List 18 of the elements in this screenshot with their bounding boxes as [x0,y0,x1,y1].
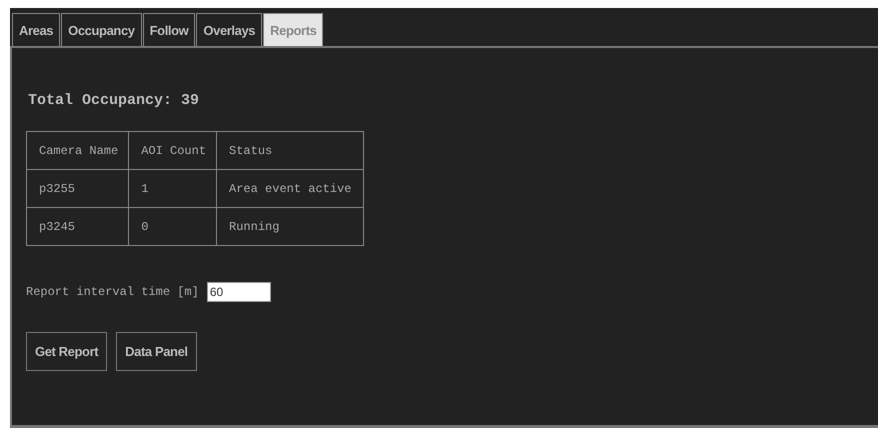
table-cell: p3255 [26,170,129,208]
action-button[interactable]: Get Report [26,332,108,371]
tab[interactable]: Overlays [196,13,262,46]
table-cell: Area event active [216,170,364,208]
table-cell: 0 [128,208,217,246]
tab[interactable]: Occupancy [61,13,142,46]
action-button[interactable]: Data Panel [116,332,197,371]
column-header: AOI Count [128,132,217,170]
table-cell: p3245 [26,208,129,246]
column-header: Status [216,132,364,170]
column-header: Camera Name [26,132,129,170]
tab[interactable]: Follow [142,13,196,46]
interval-label: Report interval time [m] [26,285,199,299]
table-cell: Running [216,208,364,246]
total-occupancy: Total Occupancy: 39 [28,92,200,109]
table-cell: 1 [128,170,217,208]
tab[interactable]: Areas [12,13,60,46]
interval-field[interactable]: 60 [206,282,271,302]
